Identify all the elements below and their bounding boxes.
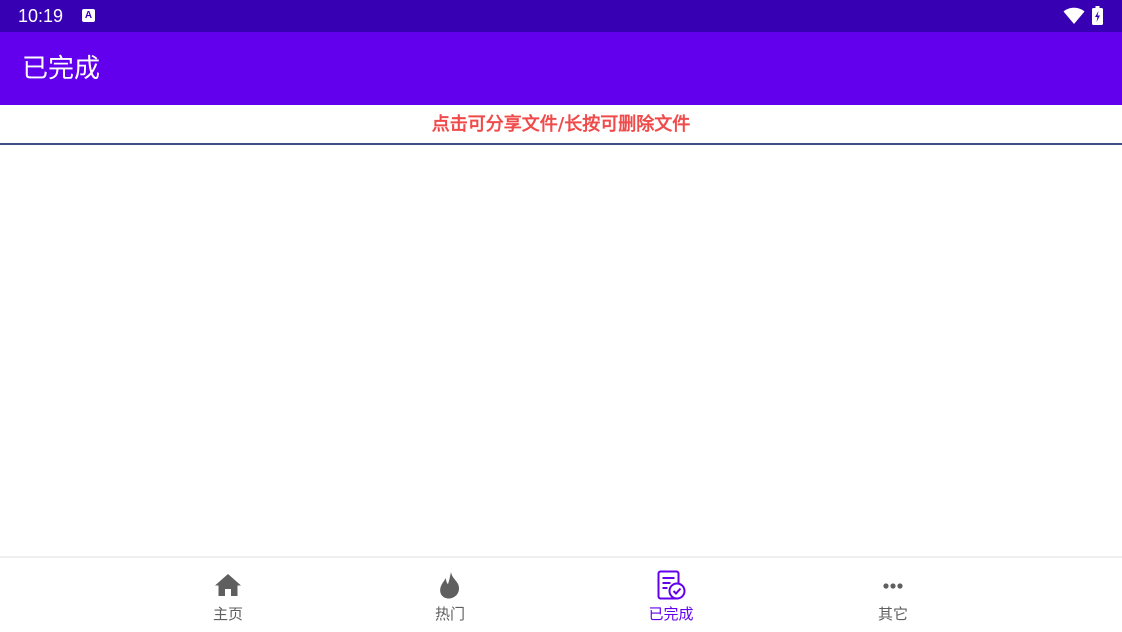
nav-item-other[interactable]: 其它	[833, 558, 953, 632]
nav-item-hot[interactable]: 热门	[390, 558, 510, 632]
notification-a-icon: A	[82, 9, 95, 22]
more-icon	[883, 583, 903, 589]
wifi-icon	[1063, 7, 1085, 24]
battery-icon	[1092, 6, 1103, 25]
bottom-navigation: 主页 热门 已完成 其它	[0, 556, 1122, 632]
home-icon	[215, 574, 241, 596]
status-time: 10:19	[18, 6, 64, 26]
hint-text: 点击可分享文件/长按可删除文件	[431, 114, 691, 135]
nav-item-completed[interactable]: 已完成	[611, 558, 731, 632]
page-title: 已完成	[22, 54, 101, 84]
fire-icon	[440, 572, 460, 599]
nav-label-completed: 已完成	[648, 605, 694, 623]
hint-banner: 点击可分享文件/长按可删除文件	[0, 105, 1122, 145]
nav-label-hot: 热门	[434, 605, 465, 623]
nav-item-home[interactable]: 主页	[168, 558, 288, 632]
file-list-area[interactable]	[0, 145, 1122, 556]
app-bar: 已完成	[0, 32, 1122, 105]
status-bar: 10:19 A	[0, 0, 1122, 32]
nav-label-other: 其它	[877, 605, 908, 623]
checklist-icon	[657, 570, 686, 600]
nav-label-home: 主页	[212, 605, 243, 623]
